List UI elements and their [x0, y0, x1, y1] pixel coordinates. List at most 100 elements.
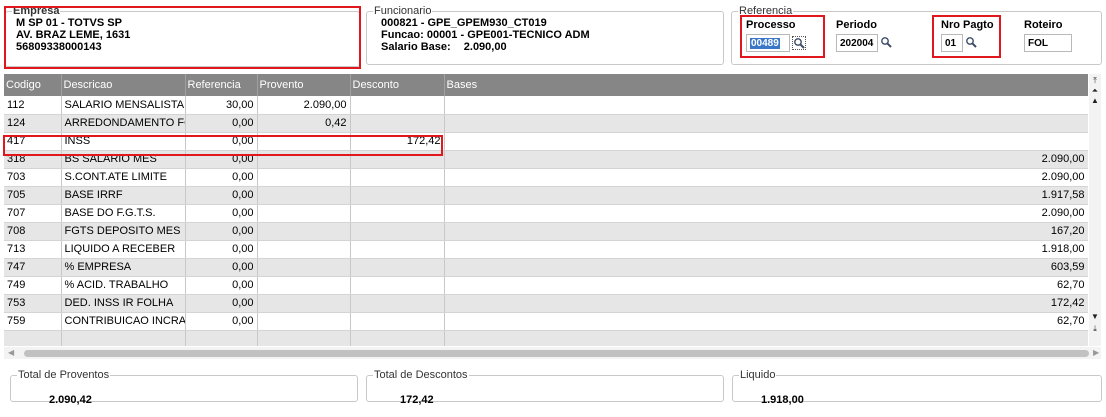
table-row[interactable]: 747% EMPRESA 0,00 603,59 — [4, 258, 1088, 277]
cell-referencia[interactable]: 0,00 — [185, 222, 258, 241]
cell-codigo[interactable]: 713 — [4, 240, 62, 259]
cell-provento[interactable] — [257, 258, 351, 277]
cell-desconto[interactable] — [350, 168, 445, 187]
col-header-desconto[interactable]: Desconto — [350, 74, 445, 96]
cell-descricao[interactable] — [61, 330, 186, 346]
roteiro-input[interactable]: FOL — [1024, 34, 1072, 52]
cell-referencia[interactable]: 0,00 — [185, 168, 258, 187]
cell-provento[interactable] — [257, 168, 351, 187]
cell-desconto[interactable]: 172,42 — [350, 132, 445, 151]
cell-referencia[interactable]: 0,00 — [185, 204, 258, 223]
cell-referencia[interactable] — [185, 330, 258, 346]
cell-bases[interactable]: 2.090,00 — [444, 168, 1088, 187]
table-row[interactable]: 705 BASE IRRF 0,00 1.917,58 — [4, 186, 1088, 205]
cell-bases[interactable]: 62,70 — [444, 312, 1088, 331]
table-row[interactable]: 703 S.CONT.ATE LIMITE 0,00 2.090,00 — [4, 168, 1088, 187]
cell-referencia[interactable]: 0,00 — [185, 240, 258, 259]
cell-bases[interactable] — [444, 132, 1088, 151]
cell-referencia[interactable]: 0,00 — [185, 276, 258, 295]
col-header-bases[interactable]: Bases — [444, 74, 1088, 96]
cell-provento[interactable]: 2.090,00 — [257, 96, 351, 115]
table-row[interactable]: 417 INSS 0,00 172,42 — [4, 132, 1088, 151]
cell-bases[interactable]: 603,59 — [444, 258, 1088, 277]
table-row[interactable]: 112 SALARIO MENSALISTA 30,00 2.090,00 — [4, 96, 1088, 115]
table-row[interactable] — [4, 330, 1088, 346]
cell-referencia[interactable]: 0,00 — [185, 294, 258, 313]
cell-referencia[interactable]: 30,00 — [185, 96, 258, 115]
cell-desconto[interactable] — [350, 276, 445, 295]
cell-descricao[interactable]: BS SALARIO MES — [61, 150, 186, 169]
cell-codigo[interactable]: 705 — [4, 186, 62, 205]
processo-lookup-button[interactable] — [792, 36, 806, 50]
cell-codigo[interactable]: 708 — [4, 222, 62, 241]
scroll-left-icon[interactable]: ◀ — [8, 347, 14, 359]
cell-descricao[interactable]: BASE DO F.G.T.S. — [61, 204, 186, 223]
table-row[interactable]: 707 BASE DO F.G.T.S. 0,00 2.090,00 — [4, 204, 1088, 223]
cell-referencia[interactable]: 0,00 — [185, 258, 258, 277]
cell-desconto[interactable] — [350, 204, 445, 223]
scroll-page-up-icon[interactable]: ⏶ — [1089, 86, 1101, 96]
cell-codigo[interactable]: 703 — [4, 168, 62, 187]
table-row[interactable]: 753 DED. INSS IR FOLHA 0,00 172,42 — [4, 294, 1088, 313]
table-row[interactable]: 124ARREDONDAMENTO FOLHA0,000,42 — [4, 114, 1088, 133]
processo-input[interactable]: 00489 — [746, 34, 790, 52]
cell-bases[interactable]: 167,20 — [444, 222, 1088, 241]
cell-provento[interactable] — [257, 240, 351, 259]
cell-descricao[interactable]: LIQUIDO A RECEBER — [61, 240, 186, 259]
cell-desconto[interactable] — [350, 330, 445, 346]
cell-referencia[interactable]: 0,00 — [185, 132, 258, 151]
cell-provento[interactable]: 0,42 — [257, 114, 351, 133]
cell-codigo[interactable]: 753 — [4, 294, 62, 313]
scroll-bottom-icon[interactable]: ⤓ — [1089, 324, 1101, 334]
cell-bases[interactable] — [444, 114, 1088, 133]
cell-desconto[interactable] — [350, 96, 445, 115]
scroll-top-icon[interactable]: ⤒ — [1089, 76, 1101, 86]
cell-codigo[interactable]: 759 — [4, 312, 62, 331]
cell-descricao[interactable]: % ACID. TRABALHO — [61, 276, 186, 295]
table-row[interactable]: 749% ACID. TRABALHO 0,00 62,70 — [4, 276, 1088, 295]
nropagto-lookup-button[interactable] — [965, 36, 979, 50]
cell-descricao[interactable]: S.CONT.ATE LIMITE — [61, 168, 186, 187]
cell-desconto[interactable] — [350, 312, 445, 331]
col-header-referencia[interactable]: Referencia — [185, 74, 258, 96]
table-row[interactable]: 713 LIQUIDO A RECEBER 0,00 1.918,00 — [4, 240, 1088, 259]
cell-descricao[interactable]: BASE IRRF — [61, 186, 186, 205]
cell-desconto[interactable] — [350, 240, 445, 259]
cell-provento[interactable] — [257, 312, 351, 331]
cell-provento[interactable] — [257, 276, 351, 295]
scroll-down-icon[interactable]: ▼ — [1089, 312, 1101, 322]
cell-desconto[interactable] — [350, 114, 445, 133]
cell-descricao[interactable]: FGTS DEPOSITO MES — [61, 222, 186, 241]
cell-desconto[interactable] — [350, 258, 445, 277]
cell-descricao[interactable]: CONTRIBUICAO INCRA — [61, 312, 186, 331]
cell-codigo[interactable]: 707 — [4, 204, 62, 223]
cell-bases[interactable]: 1.918,00 — [444, 240, 1088, 259]
cell-referencia[interactable]: 0,00 — [185, 114, 258, 133]
horizontal-scrollbar[interactable]: ◀ ▶ — [4, 347, 1101, 359]
cell-codigo[interactable]: 124 — [4, 114, 62, 133]
cell-desconto[interactable] — [350, 186, 445, 205]
periodo-lookup-button[interactable] — [880, 36, 894, 50]
horizontal-scroll-thumb[interactable] — [24, 350, 1089, 357]
cell-provento[interactable] — [257, 294, 351, 313]
col-header-codigo[interactable]: Codigo — [4, 74, 62, 96]
cell-descricao[interactable]: DED. INSS IR FOLHA — [61, 294, 186, 313]
cell-bases[interactable] — [444, 330, 1088, 346]
cell-bases[interactable]: 2.090,00 — [444, 150, 1088, 169]
table-row[interactable]: 708 FGTS DEPOSITO MES 0,00 167,20 — [4, 222, 1088, 241]
cell-codigo[interactable] — [4, 330, 62, 346]
nropagto-input[interactable]: 01 — [941, 34, 963, 52]
cell-codigo[interactable]: 112 — [4, 96, 62, 115]
cell-descricao[interactable]: ARREDONDAMENTO FOLHA — [61, 114, 186, 133]
cell-desconto[interactable] — [350, 150, 445, 169]
cell-bases[interactable]: 2.090,00 — [444, 204, 1088, 223]
cell-descricao[interactable]: % EMPRESA — [61, 258, 186, 277]
cell-provento[interactable] — [257, 204, 351, 223]
cell-codigo[interactable]: 747 — [4, 258, 62, 277]
cell-provento[interactable] — [257, 150, 351, 169]
cell-bases[interactable]: 62,70 — [444, 276, 1088, 295]
scroll-right-icon[interactable]: ▶ — [1093, 347, 1099, 359]
periodo-input[interactable]: 202004 — [836, 34, 878, 52]
cell-bases[interactable]: 172,42 — [444, 294, 1088, 313]
cell-referencia[interactable]: 0,00 — [185, 150, 258, 169]
